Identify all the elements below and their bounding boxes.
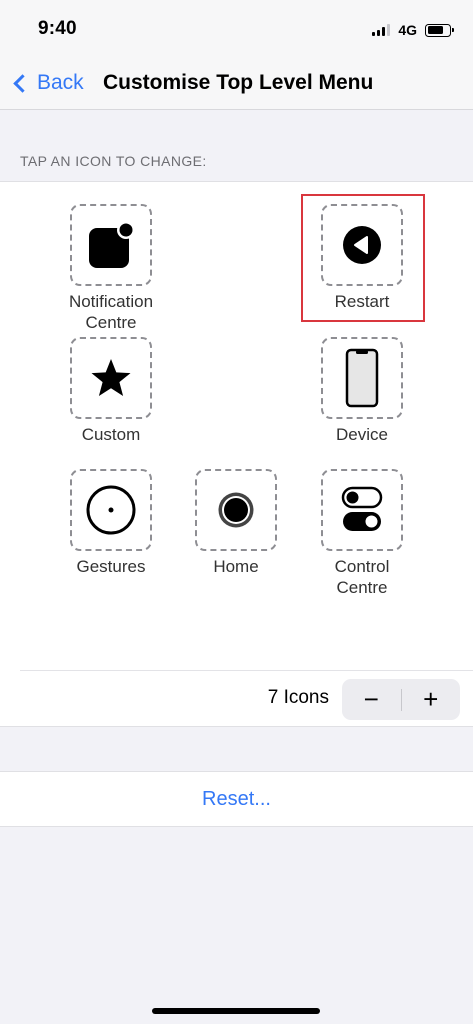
device-icon	[345, 348, 379, 408]
navigation-bar: Back Customise Top Level Menu	[0, 58, 473, 110]
network-label: 4G	[398, 22, 417, 38]
slot-label: Notification Centre	[68, 292, 154, 332]
signal-icon	[372, 24, 391, 36]
decrement-button[interactable]: −	[342, 679, 401, 720]
status-time: 9:40	[38, 18, 77, 39]
icon-count: 7 Icons	[267, 687, 329, 708]
back-button[interactable]: Back	[10, 68, 84, 98]
slot-notification-centre[interactable]: Notification Centre	[26, 204, 196, 333]
slot-label: Custom	[81, 425, 141, 444]
notification-centre-icon	[89, 221, 135, 268]
status-indicators: 4G	[372, 21, 454, 39]
slot-restart[interactable]: Restart	[277, 204, 447, 312]
icon-grid: Notification Centre Restart Custom Devic…	[0, 181, 473, 727]
section-header: TAP AN ICON TO CHANGE:	[20, 153, 207, 169]
battery-icon	[425, 23, 454, 37]
restart-icon	[343, 226, 381, 264]
reset-button[interactable]: Reset...	[202, 788, 271, 811]
page-title: Customise Top Level Menu	[103, 71, 374, 94]
gestures-icon	[86, 485, 136, 535]
chevron-left-icon	[13, 73, 32, 93]
slot-control-centre[interactable]: Control Centre	[277, 469, 447, 598]
slot-custom[interactable]: Custom	[26, 337, 196, 445]
divider	[20, 670, 473, 671]
increment-button[interactable]: +	[402, 679, 461, 720]
slot-device[interactable]: Device	[277, 337, 447, 445]
status-bar: 9:40 4G	[0, 0, 473, 58]
home-indicator	[152, 1008, 320, 1014]
star-icon	[91, 359, 131, 396]
icon-count-stepper[interactable]: − +	[342, 679, 460, 720]
home-icon	[218, 492, 254, 528]
back-label: Back	[37, 71, 84, 94]
slot-label: Device	[336, 425, 388, 444]
reset-row: Reset...	[0, 771, 473, 827]
control-centre-icon	[341, 486, 383, 531]
slot-label: Control Centre	[334, 557, 390, 597]
slot-label: Restart	[334, 292, 390, 311]
